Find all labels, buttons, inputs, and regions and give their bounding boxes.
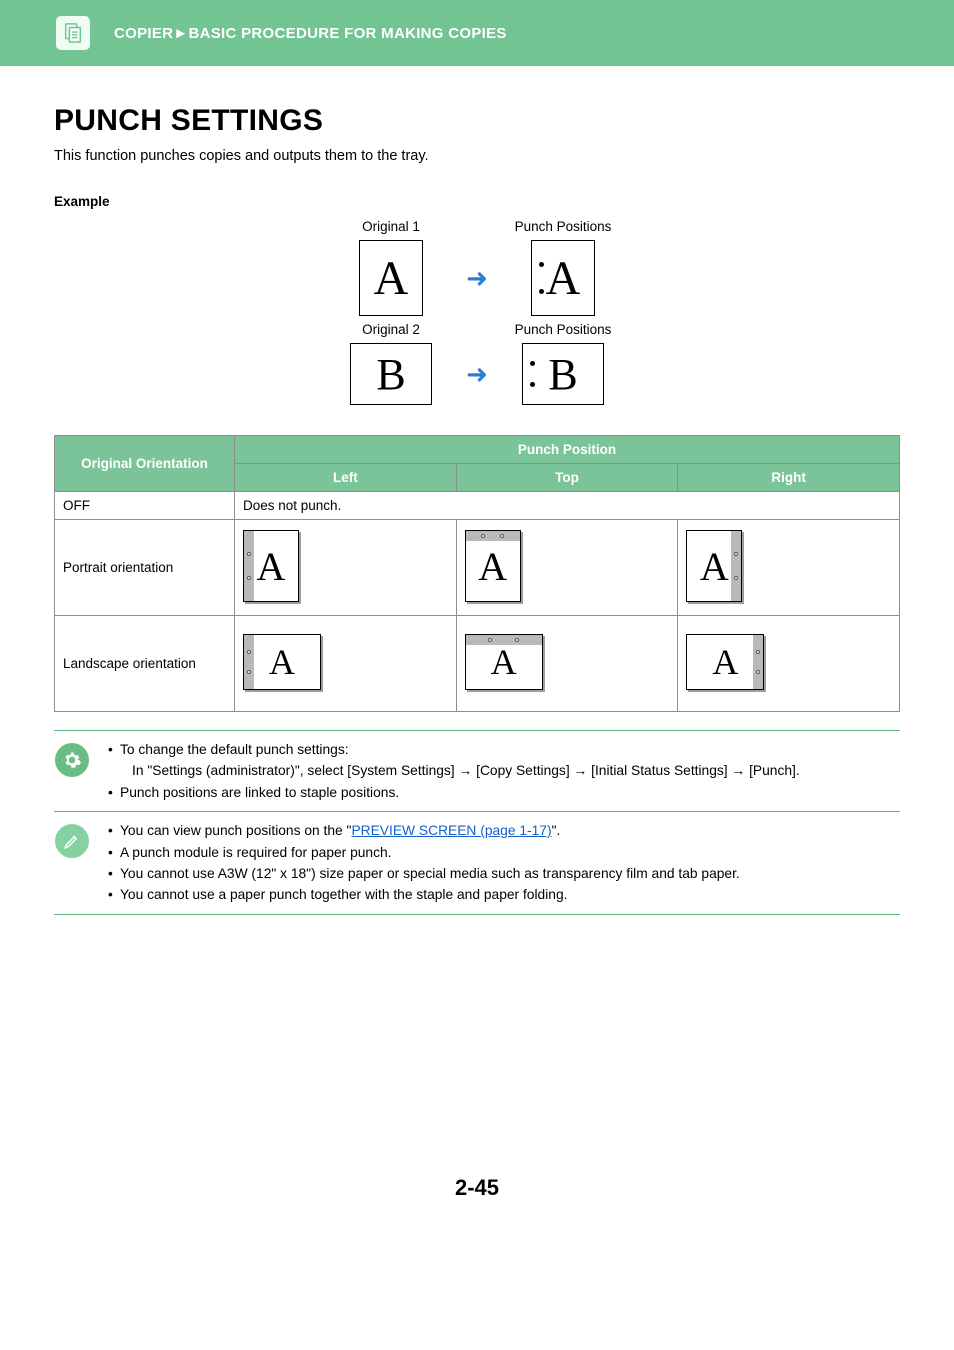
- copier-mode-icon: [54, 14, 92, 52]
- col-top: Top: [456, 464, 678, 492]
- note-bullet: A punch module is required for paper pun…: [108, 842, 740, 863]
- example-orig2-page: B: [350, 343, 432, 405]
- row-portrait-label: Portrait orientation: [55, 520, 235, 616]
- example-orig2-label: Original 2: [362, 322, 420, 337]
- row-landscape-label: Landscape orientation: [55, 616, 235, 712]
- table-header-row: Original Orientation Punch Position: [55, 436, 900, 464]
- cell-portrait-right: A: [678, 520, 900, 616]
- note-bullet: You cannot use a paper punch together wi…: [108, 884, 740, 905]
- note-subtext: In "Settings (administrator)", select [S…: [120, 760, 800, 781]
- example-result2-label: Punch Positions: [515, 322, 612, 337]
- breadcrumb-sep: ►: [173, 25, 188, 42]
- header-band: COPIER►BASIC PROCEDURE FOR MAKING COPIES: [0, 0, 954, 66]
- cell-landscape-left: A: [235, 616, 457, 712]
- cell-landscape-top: A: [456, 616, 678, 712]
- col-position: Punch Position: [235, 436, 900, 464]
- intro-text: This function punches copies and outputs…: [54, 148, 900, 164]
- page-title: PUNCH SETTINGS: [54, 104, 900, 138]
- notes-section: To change the default punch settings: In…: [54, 730, 900, 915]
- arrow-icon: ➜: [466, 361, 488, 387]
- example-diagram: Original 1 Punch Positions A ➜ A Origina…: [54, 219, 900, 405]
- col-right: Right: [678, 464, 900, 492]
- note-bullet: Punch positions are linked to staple pos…: [108, 782, 800, 803]
- example-heading: Example: [54, 194, 900, 209]
- note-bullet: You cannot use A3W (12" x 18") size pape…: [108, 863, 740, 884]
- gear-note-icon: [54, 739, 90, 803]
- breadcrumb-section: COPIER: [114, 25, 173, 42]
- example-result1-label: Punch Positions: [515, 219, 612, 234]
- row-off-label: OFF: [55, 492, 235, 520]
- col-left: Left: [235, 464, 457, 492]
- pen-note-icon: [54, 820, 90, 906]
- table-row: Portrait orientation A A A: [55, 520, 900, 616]
- document-copy-icon: [62, 22, 84, 44]
- arrow-icon: ➜: [466, 265, 488, 291]
- cell-portrait-top: A: [456, 520, 678, 616]
- note-body: To change the default punch settings: In…: [104, 739, 800, 803]
- example-orig1-label: Original 1: [362, 219, 420, 234]
- page-content: PUNCH SETTINGS This function punches cop…: [0, 66, 954, 1241]
- preview-screen-link[interactable]: PREVIEW SCREEN (page 1-17): [351, 823, 551, 838]
- settings-note: To change the default punch settings: In…: [54, 730, 900, 812]
- table-row: OFF Does not punch.: [55, 492, 900, 520]
- note-bullet: To change the default punch settings: In…: [108, 739, 800, 782]
- breadcrumb[interactable]: COPIER►BASIC PROCEDURE FOR MAKING COPIES: [114, 25, 507, 42]
- cell-portrait-left: A: [235, 520, 457, 616]
- example-result2-page: B: [522, 343, 604, 405]
- breadcrumb-title: BASIC PROCEDURE FOR MAKING COPIES: [188, 25, 506, 42]
- note-body: You can view punch positions on the "PRE…: [104, 820, 740, 906]
- page-number: 2-45: [54, 1175, 900, 1241]
- table-row: Landscape orientation A A A: [55, 616, 900, 712]
- example-result1-page: A: [531, 240, 595, 316]
- example-orig1-page: A: [359, 240, 423, 316]
- col-orientation: Original Orientation: [55, 436, 235, 492]
- note-bullet: You can view punch positions on the "PRE…: [108, 820, 740, 841]
- row-off-text: Does not punch.: [235, 492, 900, 520]
- info-note: You can view punch positions on the "PRE…: [54, 812, 900, 915]
- pen-icon: [55, 824, 89, 858]
- cell-landscape-right: A: [678, 616, 900, 712]
- punch-position-table: Original Orientation Punch Position Left…: [54, 435, 900, 712]
- gear-icon: [55, 743, 89, 777]
